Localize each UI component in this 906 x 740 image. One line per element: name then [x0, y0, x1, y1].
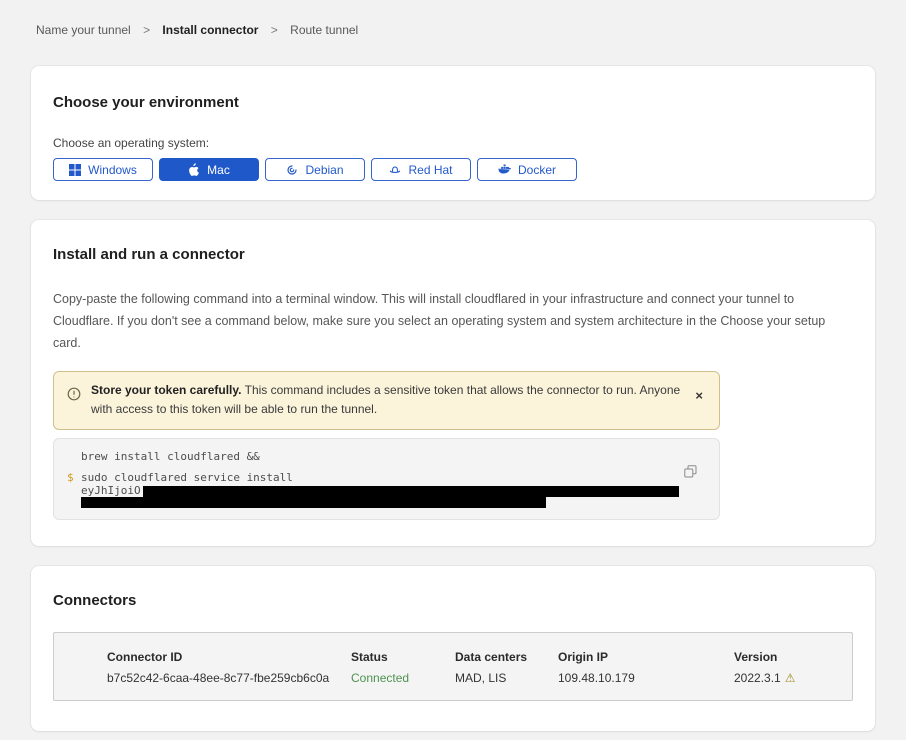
breadcrumb: Name your tunnel > Install connector > R… — [31, 23, 875, 37]
breadcrumb-separator: > — [271, 23, 278, 37]
column-header-data-centers: Data centers — [455, 650, 558, 664]
os-select-label: Choose an operating system: — [53, 136, 853, 150]
redacted-token-bar — [143, 486, 679, 497]
os-button-windows[interactable]: Windows — [53, 158, 153, 181]
connector-id-value: b7c52c42-6caa-48ee-8c77-fbe259cb6c0a — [107, 671, 351, 685]
version-number: 2022.3.1 — [734, 671, 781, 685]
warning-triangle-icon: ⚠ — [785, 671, 796, 685]
redacted-token-bar — [81, 497, 546, 508]
environment-card-title: Choose your environment — [53, 94, 853, 111]
windows-icon — [69, 164, 81, 176]
os-button-label: Mac — [207, 163, 230, 177]
code-line-token-continued — [81, 497, 679, 509]
connectors-table: Connector ID Status Data centers Origin … — [53, 632, 853, 701]
breadcrumb-item-route-tunnel[interactable]: Route tunnel — [290, 23, 358, 37]
copy-icon[interactable] — [684, 465, 697, 481]
os-button-label: Windows — [88, 163, 137, 177]
token-prefix-text: eyJhIjoiO — [81, 484, 141, 497]
install-card-title: Install and run a connector — [53, 246, 853, 263]
page: Name your tunnel > Install connector > R… — [0, 0, 906, 740]
status-badge: Connected — [351, 671, 455, 685]
column-header-version: Version — [734, 650, 852, 664]
column-header-origin-ip: Origin IP — [558, 650, 734, 664]
code-command-text: sudo cloudflared service install — [81, 471, 293, 484]
token-warning-banner: Store your token carefully. This command… — [53, 371, 720, 431]
os-button-group: Windows Mac Debian Red Hat — [53, 158, 853, 181]
connectors-table-header: Connector ID Status Data centers Origin … — [107, 650, 852, 664]
breadcrumb-item-install-connector[interactable]: Install connector — [162, 23, 258, 37]
code-line-token: eyJhIjoiO — [81, 485, 679, 497]
os-button-docker[interactable]: Docker — [477, 158, 577, 181]
os-button-label: Debian — [305, 163, 343, 177]
breadcrumb-separator: > — [143, 23, 150, 37]
shell-prompt: $ — [67, 470, 74, 485]
docker-icon — [498, 164, 511, 175]
table-row: b7c52c42-6caa-48ee-8c77-fbe259cb6c0a Con… — [107, 671, 852, 685]
command-code-block: brew install cloudflared && $sudo cloudf… — [53, 438, 720, 520]
environment-card: Choose your environment Choose an operat… — [31, 66, 875, 200]
info-circle-icon — [67, 387, 81, 406]
origin-ip-value: 109.48.10.179 — [558, 671, 734, 685]
os-button-redhat[interactable]: Red Hat — [371, 158, 471, 181]
code-line-service-install: $sudo cloudflared service install — [81, 470, 679, 485]
close-icon[interactable]: × — [695, 389, 703, 402]
token-warning-text: Store your token carefully. This command… — [91, 381, 681, 421]
install-description: Copy-paste the following command into a … — [53, 289, 851, 355]
column-header-status: Status — [351, 650, 455, 664]
redhat-icon — [389, 164, 401, 176]
code-line-brew-install: brew install cloudflared && — [81, 449, 679, 464]
os-button-mac[interactable]: Mac — [159, 158, 259, 181]
os-button-debian[interactable]: Debian — [265, 158, 365, 181]
token-warning-title: Store your token carefully. — [91, 383, 242, 397]
connectors-card-title: Connectors — [53, 592, 853, 609]
column-header-connector-id: Connector ID — [107, 650, 351, 664]
install-connector-card: Install and run a connector Copy-paste t… — [31, 220, 875, 546]
connectors-card: Connectors Connector ID Status Data cent… — [31, 566, 875, 731]
breadcrumb-item-name-your-tunnel[interactable]: Name your tunnel — [36, 23, 131, 37]
os-button-label: Red Hat — [408, 163, 452, 177]
version-value: 2022.3.1 ⚠ — [734, 671, 852, 685]
debian-icon — [286, 164, 298, 176]
data-centers-value: MAD, LIS — [455, 671, 558, 685]
apple-icon — [188, 163, 200, 177]
os-button-label: Docker — [518, 163, 556, 177]
